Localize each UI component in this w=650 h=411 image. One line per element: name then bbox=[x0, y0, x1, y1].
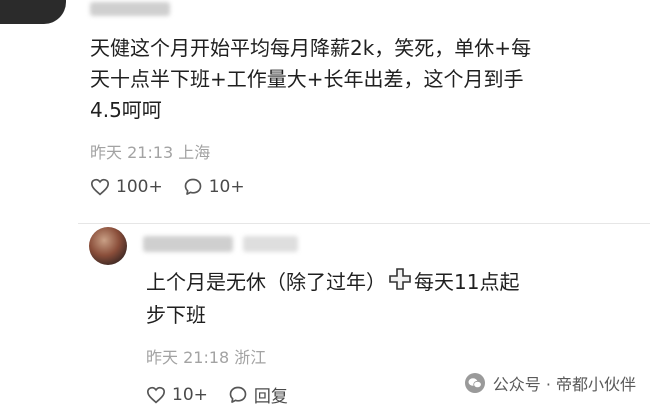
like-count: 10+ bbox=[172, 384, 208, 405]
like-count: 100+ bbox=[116, 177, 163, 197]
wechat-icon bbox=[464, 373, 485, 393]
comment-meta: 昨天 21:13 上海 bbox=[90, 143, 211, 162]
reply-button[interactable]: 回复 bbox=[228, 382, 288, 407]
reply-text-part: 每天11点起 bbox=[414, 270, 520, 294]
avatar[interactable] bbox=[0, 0, 66, 24]
divider bbox=[78, 223, 650, 224]
username-blurred[interactable] bbox=[143, 236, 233, 252]
plus-cross-icon bbox=[388, 267, 412, 300]
heart-icon bbox=[90, 178, 110, 196]
speech-bubble-icon bbox=[184, 178, 202, 195]
watermark: 公众号 · 帝都小伙伴 bbox=[464, 371, 636, 395]
watermark-text: 公众号 · 帝都小伙伴 bbox=[492, 375, 636, 394]
reply-count: 10+ bbox=[208, 177, 245, 197]
comment-line: 天十点半下班+工作量大+长年出差，这个月到手 bbox=[90, 67, 524, 91]
comment-line: 天健这个月开始平均每月降薪2k，笑死，单休+每 bbox=[90, 36, 532, 60]
username-blurred[interactable] bbox=[90, 2, 170, 16]
comment-actions: 100+ 10+ bbox=[90, 177, 265, 197]
reply-line: 步下班 bbox=[146, 303, 206, 327]
username-blurred-tail bbox=[243, 236, 298, 252]
heart-icon bbox=[146, 386, 166, 403]
reply-text: 上个月是无休（除了过年） 每天11点起 步下班 bbox=[146, 267, 519, 331]
like-button[interactable]: 10+ bbox=[146, 385, 208, 405]
avatar[interactable] bbox=[89, 227, 127, 265]
reply-meta: 昨天 21:18 浙江 bbox=[146, 348, 267, 367]
reply-line: 上个月是无休（除了过年） 每天11点起 bbox=[146, 267, 519, 300]
comment-text: 天健这个月开始平均每月降薪2k，笑死，单休+每 天十点半下班+工作量大+长年出差… bbox=[90, 33, 531, 126]
reply-actions: 10+ 回复 bbox=[146, 382, 308, 407]
speech-bubble-icon bbox=[229, 386, 247, 403]
like-button[interactable]: 100+ bbox=[90, 177, 163, 197]
reply-label: 回复 bbox=[253, 387, 288, 407]
comment-button[interactable]: 10+ bbox=[183, 177, 245, 197]
comment-line: 4.5呵呵 bbox=[90, 98, 162, 122]
reply-text-part: 上个月是无休（除了过年） bbox=[146, 270, 386, 294]
